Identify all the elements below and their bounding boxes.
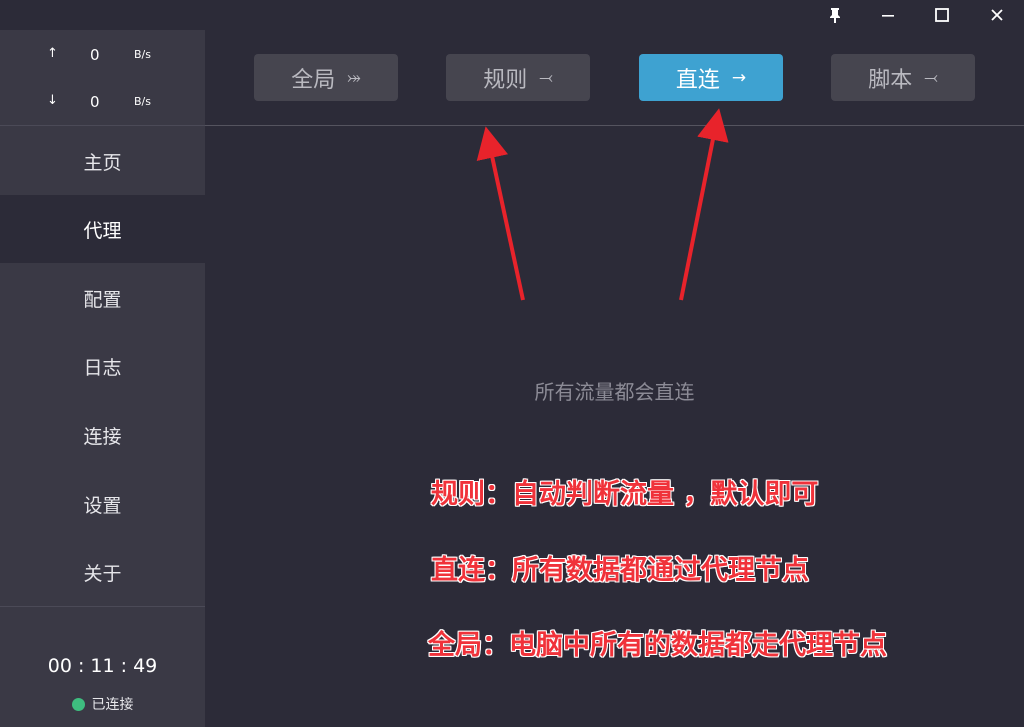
sidebar-item-home[interactable]: 主页 <box>0 127 205 195</box>
sidebar-item-label: 配置 <box>83 288 122 311</box>
maximize-icon[interactable] <box>917 0 967 30</box>
upload-unit: B/s <box>134 48 151 61</box>
script-route-icon: ⤙ <box>924 67 938 88</box>
sidebar: ↑ 0 B/s ↓ 0 B/s 主页 代理 配置 日志 连接 设置 关于 00 … <box>0 30 205 727</box>
mode-label: 规则 <box>483 67 528 93</box>
annotation-arrow-direct <box>679 108 729 301</box>
sidebar-item-about[interactable]: 关于 <box>0 538 205 606</box>
upload-speed: ↑ 0 B/s <box>0 46 205 66</box>
annotation-rule: 规则：自动判断流量 ，默认即可 <box>431 479 819 510</box>
sidebar-divider <box>0 125 205 126</box>
status-label: 已连接 <box>91 697 134 713</box>
annotation-direct: 直连：所有数据都通过代理节点 <box>431 555 809 586</box>
mode-description: 所有流量都会直连 <box>534 380 695 404</box>
sidebar-item-connections[interactable]: 连接 <box>0 401 205 469</box>
sidebar-item-label: 代理 <box>83 219 122 242</box>
sidebar-item-settings[interactable]: 设置 <box>0 470 205 538</box>
mode-direct-button[interactable]: 直连 → <box>639 54 783 101</box>
download-value: 0 <box>90 93 100 111</box>
direct-arrow-icon: → <box>731 67 747 88</box>
minimize-icon[interactable] <box>863 0 913 30</box>
sidebar-item-label: 主页 <box>83 151 122 174</box>
annotation-global: 全局：电脑中所有的数据都走代理节点 <box>428 630 887 661</box>
global-route-icon: ⤖ <box>347 67 361 88</box>
connection-timer: 00 : 11 : 49 <box>47 655 158 677</box>
mode-label: 脚本 <box>868 67 913 93</box>
mode-label: 全局 <box>291 67 336 93</box>
mode-label: 直连 <box>675 67 720 93</box>
mode-global-button[interactable]: 全局 ⤖ <box>254 54 398 101</box>
connection-status: 已连接 <box>0 694 205 714</box>
pin-icon[interactable] <box>810 0 860 30</box>
sidebar-item-label: 关于 <box>83 562 122 585</box>
download-speed: ↓ 0 B/s <box>0 93 205 113</box>
close-icon[interactable] <box>972 0 1022 30</box>
upload-arrow-icon: ↑ <box>47 46 58 61</box>
mode-script-button[interactable]: 脚本 ⤙ <box>831 54 975 101</box>
sidebar-item-logs[interactable]: 日志 <box>0 332 205 400</box>
rule-route-icon: ⤙ <box>539 67 553 88</box>
mode-bar-divider <box>205 125 1024 126</box>
sidebar-item-proxy[interactable]: 代理 <box>0 195 205 263</box>
sidebar-item-label: 连接 <box>83 425 122 448</box>
traffic-stats: ↑ 0 B/s ↓ 0 B/s <box>0 30 205 125</box>
sidebar-item-label: 设置 <box>83 494 122 517</box>
annotation-arrow-rule <box>476 126 525 301</box>
sidebar-item-profiles[interactable]: 配置 <box>0 264 205 332</box>
mode-rule-button[interactable]: 规则 ⤙ <box>446 54 590 101</box>
upload-value: 0 <box>90 46 100 64</box>
status-dot-icon <box>71 697 85 711</box>
sidebar-divider <box>0 606 205 607</box>
download-unit: B/s <box>134 95 151 108</box>
download-arrow-icon: ↓ <box>47 93 58 108</box>
sidebar-item-label: 日志 <box>83 356 122 379</box>
title-bar <box>0 0 1024 30</box>
